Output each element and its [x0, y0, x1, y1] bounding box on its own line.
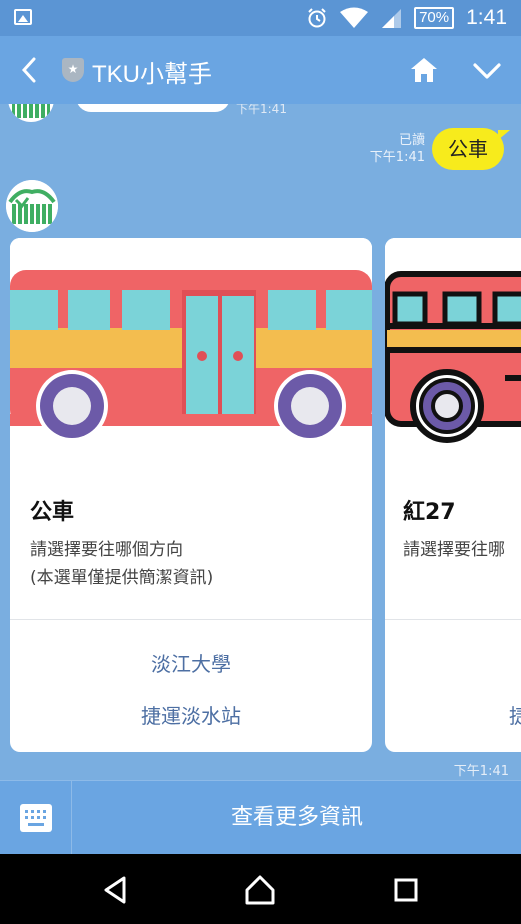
card-title: 紅27	[403, 500, 456, 525]
card-action[interactable]: 捷	[509, 700, 521, 729]
action-tamkang-university[interactable]: 淡江大學	[10, 648, 372, 677]
bot-avatar-partial	[8, 104, 54, 122]
read-label: 已讀	[398, 133, 425, 148]
home-circle-icon[interactable]	[244, 874, 276, 906]
clock: 1:41	[466, 6, 507, 29]
card-description-line: 請選擇要往哪	[403, 540, 505, 560]
action-tamsui-mrt-station[interactable]: 捷運淡水站	[10, 700, 372, 729]
read-receipt: 已讀 下午1:41	[370, 132, 425, 166]
status-icons: 70% 1:41	[306, 0, 507, 36]
keyboard-toggle-button[interactable]	[0, 781, 72, 855]
bus-carousel-card: 公車 請選擇要往哪個方向 (本選單僅提供簡潔資訊) 淡江大學 捷運淡水站	[10, 238, 372, 752]
system-nav-bar	[0, 854, 521, 924]
user-message-time: 下午1:41	[369, 150, 425, 165]
red27-carousel-card: 紅27 請選擇要往哪 捷	[385, 238, 521, 752]
chevron-down-icon[interactable]	[470, 56, 504, 86]
battery-indicator: 70%	[414, 7, 455, 29]
card-description-line: 請選擇要往哪個方向	[30, 540, 183, 560]
bus-illustration	[10, 238, 372, 476]
back-arrow-icon[interactable]	[14, 52, 46, 88]
chat-header: ★ TKU小幫手	[0, 36, 521, 104]
keyboard-icon	[20, 804, 52, 832]
wifi-icon	[340, 7, 369, 28]
previous-message-bubble	[76, 104, 230, 112]
alarm-icon	[308, 8, 326, 28]
message-timestamp: 下午1:41	[236, 104, 287, 116]
back-triangle-icon[interactable]	[100, 874, 132, 906]
user-message-bubble[interactable]: 公車	[432, 128, 510, 170]
home-icon[interactable]	[408, 54, 440, 86]
recents-square-icon[interactable]	[390, 874, 422, 906]
card-description-line: (本選單僅提供簡潔資訊)	[30, 568, 214, 588]
rich-menu-bar: 查看更多資訊	[0, 780, 521, 855]
double-decker-bus-illustration	[385, 238, 521, 476]
carousel-timestamp: 下午1:41	[453, 764, 509, 779]
chat-title: TKU小幫手	[92, 61, 212, 88]
more-info-button[interactable]: 查看更多資訊	[73, 781, 521, 855]
card-description: 請選擇要往哪個方向 (本選單僅提供簡潔資訊)	[30, 536, 213, 592]
shield-star-icon: ★	[62, 58, 84, 82]
card-description: 請選擇要往哪	[403, 536, 505, 564]
chat-area[interactable]: 下午1:41 已讀 下午1:41 公車 公車 請選擇要往哪個方向 (本選單僅提供…	[0, 104, 521, 780]
image-notification-icon	[14, 9, 32, 25]
card-divider	[385, 619, 521, 620]
card-divider	[10, 619, 372, 620]
card-title: 公車	[30, 500, 75, 525]
bot-avatar[interactable]	[6, 180, 58, 232]
status-bar: 70% 1:41	[0, 0, 521, 36]
signal-icon	[382, 9, 402, 28]
